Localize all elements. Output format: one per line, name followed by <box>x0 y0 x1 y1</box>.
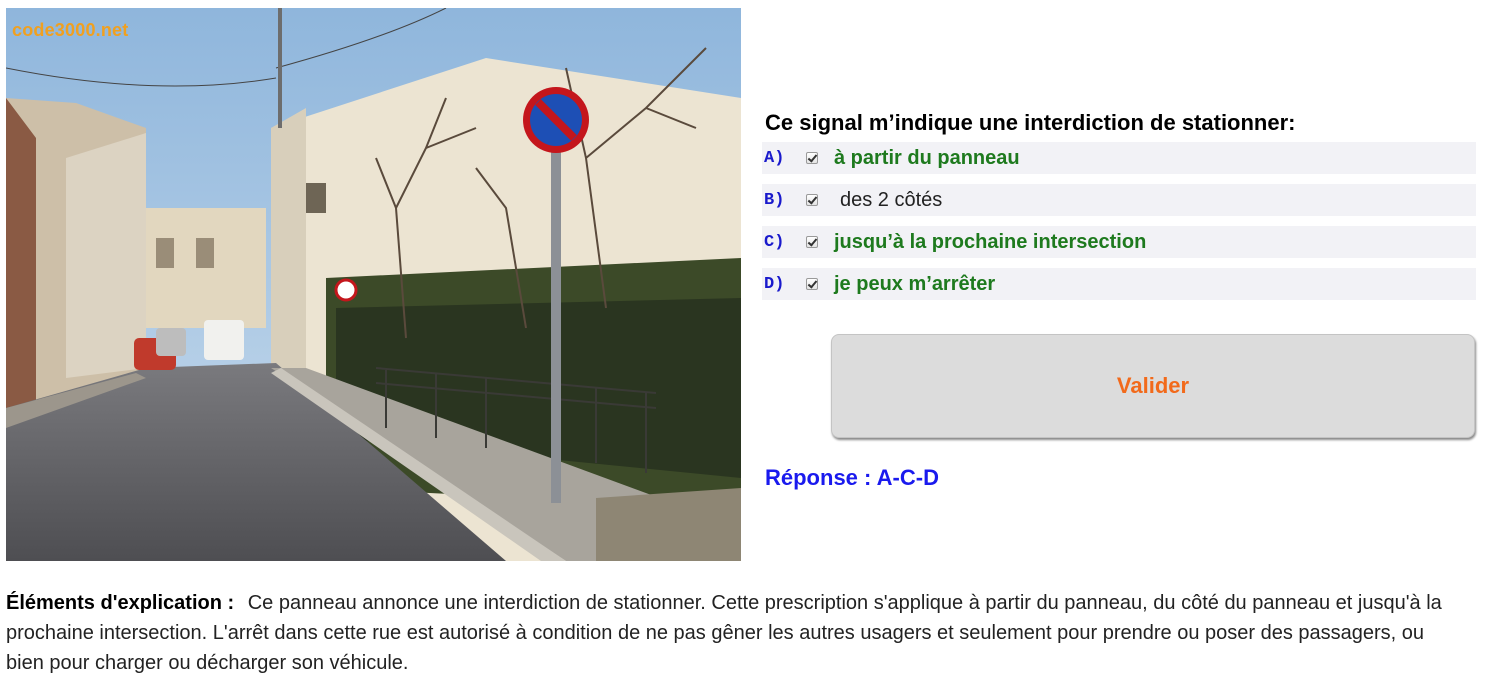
validate-button[interactable]: Valider <box>831 334 1475 438</box>
question-text: Ce signal m’indique une interdiction de … <box>765 110 1296 135</box>
answer-checkbox-a[interactable] <box>806 152 818 164</box>
answer-option-c[interactable]: C) jusqu’à la prochaine intersection <box>762 226 1476 258</box>
answer-text: à partir du panneau <box>834 146 1020 169</box>
answer-option-a[interactable]: A) à partir du panneau <box>762 142 1476 174</box>
answer-letter: C) <box>764 232 785 252</box>
site-watermark: code3000.net <box>12 20 129 40</box>
answer-checkbox-d[interactable] <box>806 278 818 290</box>
road-sign-photo: code3000.net <box>6 8 741 561</box>
answer-text: je peux m’arrêter <box>834 272 996 295</box>
answer-option-d[interactable]: D) je peux m’arrêter <box>762 268 1476 300</box>
answer-text: des 2 côtés <box>840 188 943 211</box>
answer-text: jusqu’à la prochaine intersection <box>834 230 1147 253</box>
answer-letter: B) <box>764 190 785 210</box>
answer-option-b[interactable]: B) des 2 côtés <box>762 184 1476 216</box>
answer-checkbox-c[interactable] <box>806 236 818 248</box>
answer-letter: D) <box>764 274 785 294</box>
answer-list: A) à partir du panneau B) des 2 côtés C)… <box>762 142 1476 310</box>
answer-letter: A) <box>764 148 785 168</box>
explanation-title: Éléments d'explication : <box>6 592 235 614</box>
answer-checkbox-b[interactable] <box>806 194 818 206</box>
correct-response: Réponse : A-C-D <box>765 465 939 490</box>
street-scene-illustration <box>6 8 741 561</box>
explanation-section: Éléments d'explication : Ce panneau anno… <box>6 588 1466 678</box>
